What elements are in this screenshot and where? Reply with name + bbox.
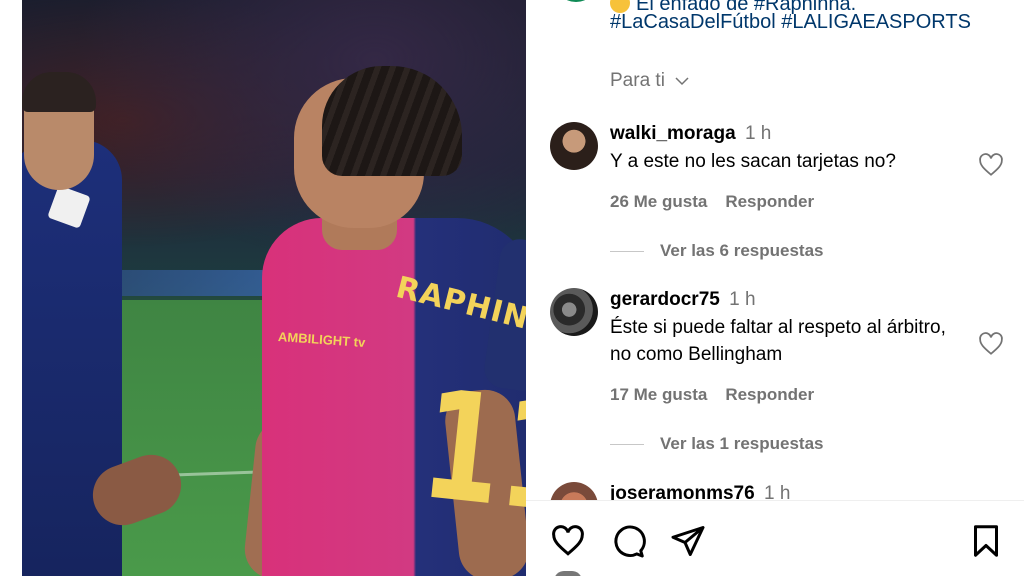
post-action-bar <box>526 500 1024 576</box>
avatar[interactable] <box>550 122 598 170</box>
post-video[interactable]: AMBILIGHT tv RAPHINHA 11 <box>22 0 526 576</box>
view-replies-label: Ver las 6 respuestas <box>660 241 824 260</box>
replies-divider <box>610 443 644 445</box>
avatar[interactable] <box>550 482 598 500</box>
comment-header: joseramonms76 1 h <box>610 483 790 500</box>
comment-time: 1 h <box>744 123 772 144</box>
comment-sort-dropdown[interactable]: Para ti <box>610 70 691 92</box>
comment-meta: 17 Me gusta Responder <box>610 385 814 405</box>
view-replies-label: Ver las 1 respuestas <box>660 434 824 453</box>
comment-item: joseramonms76 1 h <box>550 482 1010 500</box>
caption-hashtags[interactable]: #LaCasaDelFútbol #LALIGAEASPORTS <box>610 11 971 34</box>
paper-plane-icon[interactable] <box>670 523 706 559</box>
view-replies-button[interactable]: Ver las 6 respuestas <box>610 241 824 261</box>
comment-username[interactable]: gerardocr75 <box>610 289 720 310</box>
reply-button[interactable]: Responder <box>725 192 814 211</box>
sort-label: Para ti <box>610 70 665 91</box>
reply-button[interactable]: Responder <box>725 385 814 404</box>
heart-icon[interactable] <box>978 152 1004 178</box>
view-replies-button[interactable]: Ver las 1 respuestas <box>610 434 824 454</box>
comment-header: walki_moraga 1 h <box>610 123 771 145</box>
comment-username[interactable]: joseramonms76 <box>610 483 755 500</box>
comment-username[interactable]: walki_moraga <box>610 123 736 144</box>
avatar[interactable] <box>550 288 598 336</box>
comment-header: gerardocr75 1 h <box>610 289 756 311</box>
comment-meta: 26 Me gusta Responder <box>610 192 814 212</box>
shirt-number: 11 <box>414 358 526 548</box>
heart-icon[interactable] <box>550 523 586 559</box>
comment-text: Éste si puede faltar al respeto al árbit… <box>610 317 946 365</box>
comment-bubble-icon[interactable] <box>610 523 646 559</box>
replies-divider <box>610 250 644 252</box>
author-avatar[interactable] <box>554 0 598 2</box>
comment-time: 1 h <box>763 483 791 500</box>
bookmark-icon[interactable] <box>968 523 1004 559</box>
heart-icon[interactable] <box>978 331 1004 357</box>
comment-likes[interactable]: 17 Me gusta <box>610 385 707 404</box>
comment-likes[interactable]: 26 Me gusta <box>610 192 707 211</box>
comment-text: Y a este no les sacan tarjetas no? <box>610 151 896 172</box>
comments-panel: El enfado de #Raphinha. #LaCasaDelFútbol… <box>526 0 1024 576</box>
chevron-down-icon <box>675 77 689 86</box>
liker-avatar[interactable] <box>554 571 582 576</box>
comment-time: 1 h <box>729 289 756 310</box>
left-player-hair <box>22 72 96 112</box>
